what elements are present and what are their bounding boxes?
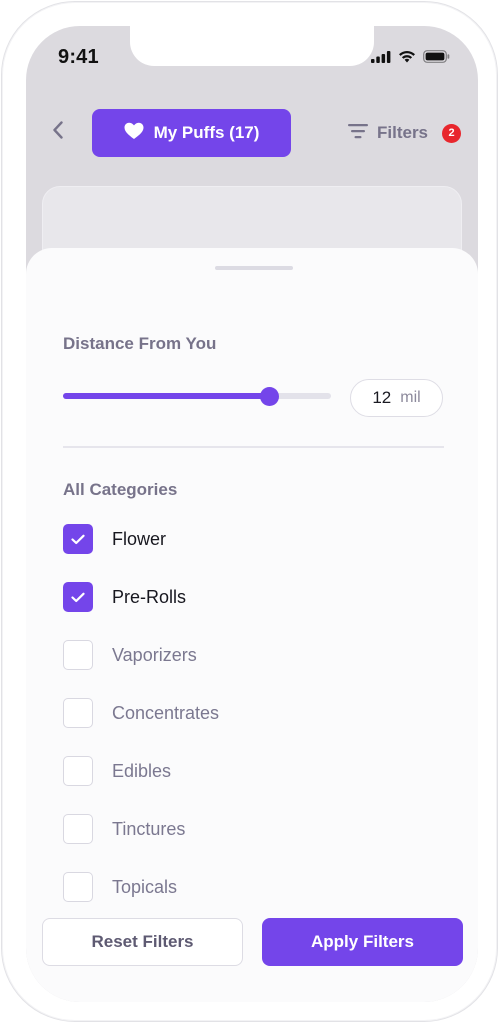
checkmark-icon xyxy=(71,534,85,544)
chevron-left-icon xyxy=(51,120,65,145)
categories-section-title: All Categories xyxy=(63,480,178,499)
category-item[interactable]: Pre-Rolls xyxy=(63,582,443,612)
category-item[interactable]: Vaporizers xyxy=(63,640,443,670)
status-icons xyxy=(371,50,450,68)
filters-button[interactable]: Filters 2 xyxy=(348,119,462,147)
app-screen: 9:41 My Puffs (17) Filters 2 Distance Fr… xyxy=(26,26,478,1002)
category-label: Tinctures xyxy=(112,818,186,839)
slider-fill xyxy=(63,393,269,399)
wifi-icon xyxy=(398,50,416,68)
battery-icon xyxy=(423,50,450,68)
checkbox-checked[interactable] xyxy=(63,524,93,554)
category-item[interactable]: Edibles xyxy=(63,756,443,786)
checkbox-unchecked[interactable] xyxy=(63,756,93,786)
checkbox-unchecked[interactable] xyxy=(63,872,93,902)
filter-lines-icon xyxy=(348,123,368,144)
filter-sheet: Distance From You 12 mil All Categories … xyxy=(26,248,478,1002)
category-item[interactable]: Tinctures xyxy=(63,814,443,844)
category-item[interactable]: Concentrates xyxy=(63,698,443,728)
heart-icon xyxy=(124,122,144,145)
section-divider xyxy=(63,446,444,448)
distance-section-title: Distance From You xyxy=(63,334,217,353)
back-button[interactable] xyxy=(46,120,70,144)
reset-filters-button[interactable]: Reset Filters xyxy=(42,918,243,966)
category-label: Vaporizers xyxy=(112,644,197,665)
cellular-signal-icon xyxy=(371,50,391,68)
checkbox-unchecked[interactable] xyxy=(63,814,93,844)
distance-value: 12 xyxy=(372,388,392,407)
sheet-drag-handle[interactable] xyxy=(215,266,293,270)
category-label: Concentrates xyxy=(112,702,220,723)
distance-unit: mil xyxy=(400,389,421,406)
distance-slider[interactable] xyxy=(63,386,331,406)
checkbox-unchecked[interactable] xyxy=(63,698,93,728)
distance-value-field[interactable]: 12 mil xyxy=(350,379,443,417)
checkbox-checked[interactable] xyxy=(63,582,93,612)
category-item[interactable]: Flower xyxy=(63,524,443,554)
top-nav: My Puffs (17) Filters 2 xyxy=(26,108,478,158)
phone-frame: 9:41 My Puffs (17) Filters 2 Distance Fr… xyxy=(1,1,498,1022)
my-puffs-button[interactable]: My Puffs (17) xyxy=(92,109,291,157)
category-label: Flower xyxy=(112,528,167,549)
filters-label: Filters xyxy=(377,123,429,142)
device-notch xyxy=(130,26,374,66)
category-item[interactable]: Topicals xyxy=(63,872,443,902)
checkmark-icon xyxy=(71,592,85,602)
category-label: Pre-Rolls xyxy=(112,586,187,607)
category-label: Edibles xyxy=(112,760,172,781)
slider-thumb[interactable] xyxy=(260,387,279,406)
category-label: Topicals xyxy=(112,876,178,897)
checkbox-unchecked[interactable] xyxy=(63,640,93,670)
filters-count-badge: 2 xyxy=(442,123,462,143)
my-puffs-label: My Puffs (17) xyxy=(153,123,260,142)
apply-filters-button[interactable]: Apply Filters xyxy=(262,918,463,966)
status-time: 9:41 xyxy=(58,46,99,68)
